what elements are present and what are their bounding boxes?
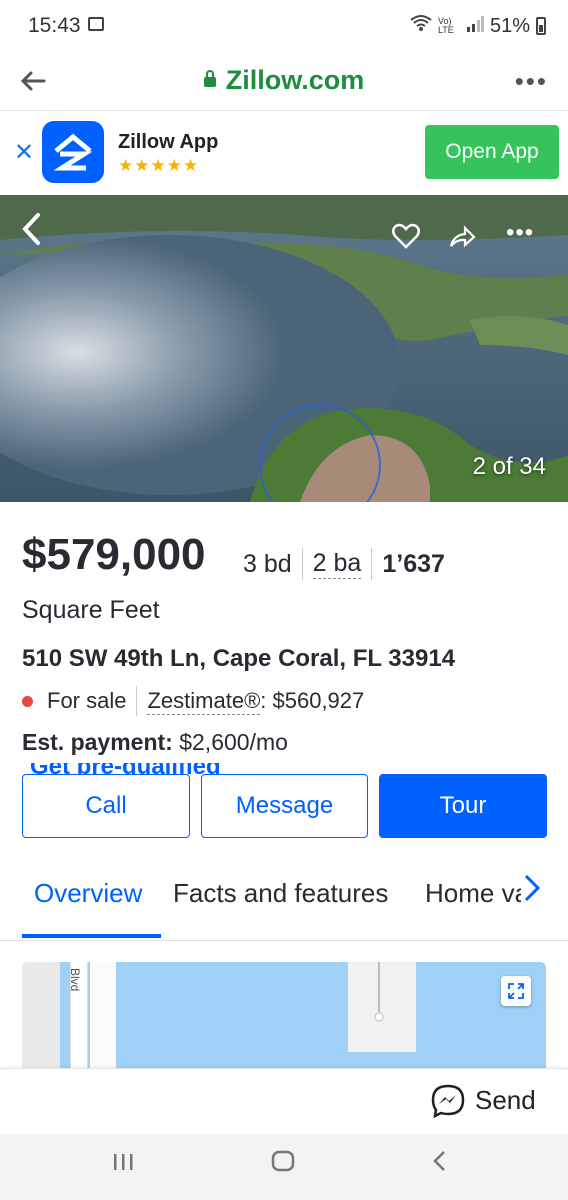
chevron-left-icon[interactable] xyxy=(20,211,42,257)
share-icon[interactable] xyxy=(448,225,476,256)
lock-icon xyxy=(203,69,216,87)
active-tab-indicator xyxy=(22,934,161,938)
map-road xyxy=(90,962,116,1082)
divider xyxy=(371,548,373,580)
network-label: Vo) LTE xyxy=(437,16,454,35)
map-pin-icon xyxy=(374,962,384,1022)
more-options-icon[interactable]: ••• xyxy=(515,66,548,97)
app-install-banner: ✕ Zillow App ★★★★★ Open App xyxy=(0,112,568,194)
divider xyxy=(301,548,303,580)
estimated-payment: Est. payment: $2,600/mo xyxy=(22,729,288,756)
status-bar: 15:43 Vo) LTE 51% xyxy=(0,0,568,56)
map-road-label: Blvd xyxy=(68,968,82,992)
photo-counter: 2 of 34 xyxy=(472,453,546,480)
heart-icon[interactable] xyxy=(392,223,420,254)
sqft-label: Square Feet xyxy=(22,596,160,624)
tab-home-value[interactable]: Home value xyxy=(425,878,521,909)
recent-apps-icon[interactable] xyxy=(112,1148,134,1179)
battery-icon xyxy=(536,17,546,35)
est-payment-value: $2,600/mo xyxy=(172,729,288,755)
nav-back-icon[interactable] xyxy=(432,1148,448,1179)
sqft: 1’637 xyxy=(382,549,445,578)
chevron-right-icon[interactable] xyxy=(522,872,542,912)
beds: 3 bd xyxy=(243,549,292,578)
message-button[interactable]: Message xyxy=(201,774,368,838)
tab-overview[interactable]: Overview xyxy=(34,878,142,909)
expand-map-icon[interactable] xyxy=(501,976,531,1006)
battery-percent: 51% xyxy=(489,14,530,37)
zillow-logo-icon xyxy=(42,121,104,183)
map-land xyxy=(22,962,60,1082)
tour-button[interactable]: Tour xyxy=(379,774,547,838)
url-bar[interactable]: Zillow.com xyxy=(0,65,568,96)
listing-address: 510 SW 49th Ln, Cape Coral, FL 33914 xyxy=(22,645,456,672)
status-time: 15:43 xyxy=(28,14,81,37)
wifi-icon xyxy=(410,14,432,38)
status-text: For sale xyxy=(47,688,127,713)
zestimate-label[interactable]: Zestimate® xyxy=(147,688,261,715)
listing-facts: 3 bd 2 ba 1’637 xyxy=(243,548,445,580)
baths[interactable]: 2 ba xyxy=(312,549,362,579)
location-map[interactable]: Blvd xyxy=(22,962,546,1082)
zestimate-value: : $560,927 xyxy=(260,688,365,713)
divider xyxy=(136,686,138,716)
section-tabs: Overview Facts and features Home value xyxy=(0,860,568,941)
share-send-bar: Send xyxy=(0,1068,568,1135)
signal-icon xyxy=(466,15,484,38)
listing-price: $579,000 xyxy=(22,530,206,579)
system-nav-bar xyxy=(0,1134,568,1200)
browser-toolbar: Zillow.com ••• xyxy=(0,56,568,111)
for-sale-dot-icon xyxy=(22,695,33,707)
messenger-icon[interactable] xyxy=(430,1083,466,1124)
listing-status: For sale Zestimate®: $560,927 xyxy=(22,686,364,716)
close-icon[interactable]: ✕ xyxy=(14,138,34,167)
call-button[interactable]: Call xyxy=(22,774,190,838)
est-payment-label: Est. payment: xyxy=(22,729,173,755)
status-right: Vo) LTE 51% xyxy=(410,14,546,38)
rating-stars: ★★★★★ xyxy=(118,156,200,175)
url-text: Zillow.com xyxy=(225,65,365,95)
home-icon[interactable] xyxy=(271,1148,295,1179)
tab-facts-and-features[interactable]: Facts and features xyxy=(173,878,388,909)
gallery-notification-icon xyxy=(88,17,104,31)
app-title: Zillow App xyxy=(118,131,219,153)
more-icon[interactable]: ••• xyxy=(506,219,534,247)
open-app-button[interactable]: Open App xyxy=(425,125,559,179)
listing-photo[interactable]: ••• 2 of 34 xyxy=(0,195,568,502)
send-button[interactable]: Send xyxy=(475,1085,536,1116)
